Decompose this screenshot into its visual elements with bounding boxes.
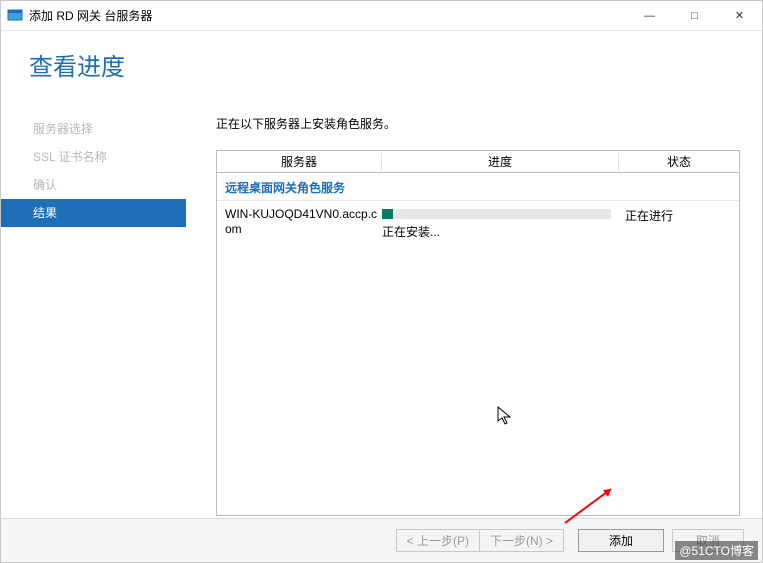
col-header-progress: 进度	[382, 153, 619, 170]
progress-text: 正在安装...	[382, 223, 611, 240]
next-button: 下一步(N) >	[479, 529, 564, 552]
col-header-server: 服务器	[217, 153, 382, 170]
progress-grid: 服务器 进度 状态 远程桌面网关角色服务 WIN-KUJOQD41VN0.acc…	[216, 150, 740, 516]
window-controls: — □ ✕	[627, 1, 762, 30]
group-header: 远程桌面网关角色服务	[217, 173, 739, 201]
maximize-button[interactable]: □	[672, 1, 717, 30]
window-title: 添加 RD 网关 台服务器	[29, 7, 152, 24]
column-headers: 服务器 进度 状态	[217, 151, 739, 173]
cancel-button: 取消	[672, 529, 744, 552]
progress-bar	[382, 209, 611, 219]
add-button[interactable]: 添加	[578, 529, 664, 552]
instruction-text: 正在以下服务器上安装角色服务。	[216, 115, 740, 132]
sidebar-item-ssl-cert: SSL 证书名称	[1, 143, 186, 171]
footer: < 上一步(P) 下一步(N) > 添加 取消	[1, 518, 762, 562]
main-panel: 正在以下服务器上安装角色服务。 服务器 进度 状态 远程桌面网关角色服务 WIN…	[186, 91, 762, 516]
nav-button-group: < 上一步(P) 下一步(N) >	[396, 529, 564, 552]
table-row: WIN-KUJOQD41VN0.accp.com 正在安装... 正在进行	[217, 201, 739, 240]
progress-fill	[382, 209, 393, 219]
col-header-status: 状态	[619, 153, 739, 170]
minimize-button[interactable]: —	[627, 1, 672, 30]
close-button[interactable]: ✕	[717, 1, 762, 30]
content: 服务器选择 SSL 证书名称 确认 结果 正在以下服务器上安装角色服务。 服务器…	[1, 91, 762, 516]
app-icon	[7, 8, 23, 24]
cell-progress: 正在安装...	[382, 207, 619, 240]
sidebar: 服务器选择 SSL 证书名称 确认 结果	[1, 91, 186, 516]
header: 查看进度	[1, 31, 762, 91]
page-title: 查看进度	[29, 47, 762, 82]
sidebar-item-server-select: 服务器选择	[1, 115, 186, 143]
cell-server: WIN-KUJOQD41VN0.accp.com	[225, 207, 382, 237]
cell-status: 正在进行	[619, 207, 731, 224]
titlebar: 添加 RD 网关 台服务器 — □ ✕	[1, 1, 762, 31]
sidebar-item-result[interactable]: 结果	[1, 199, 186, 227]
prev-button: < 上一步(P)	[396, 529, 479, 552]
sidebar-item-confirm: 确认	[1, 171, 186, 199]
